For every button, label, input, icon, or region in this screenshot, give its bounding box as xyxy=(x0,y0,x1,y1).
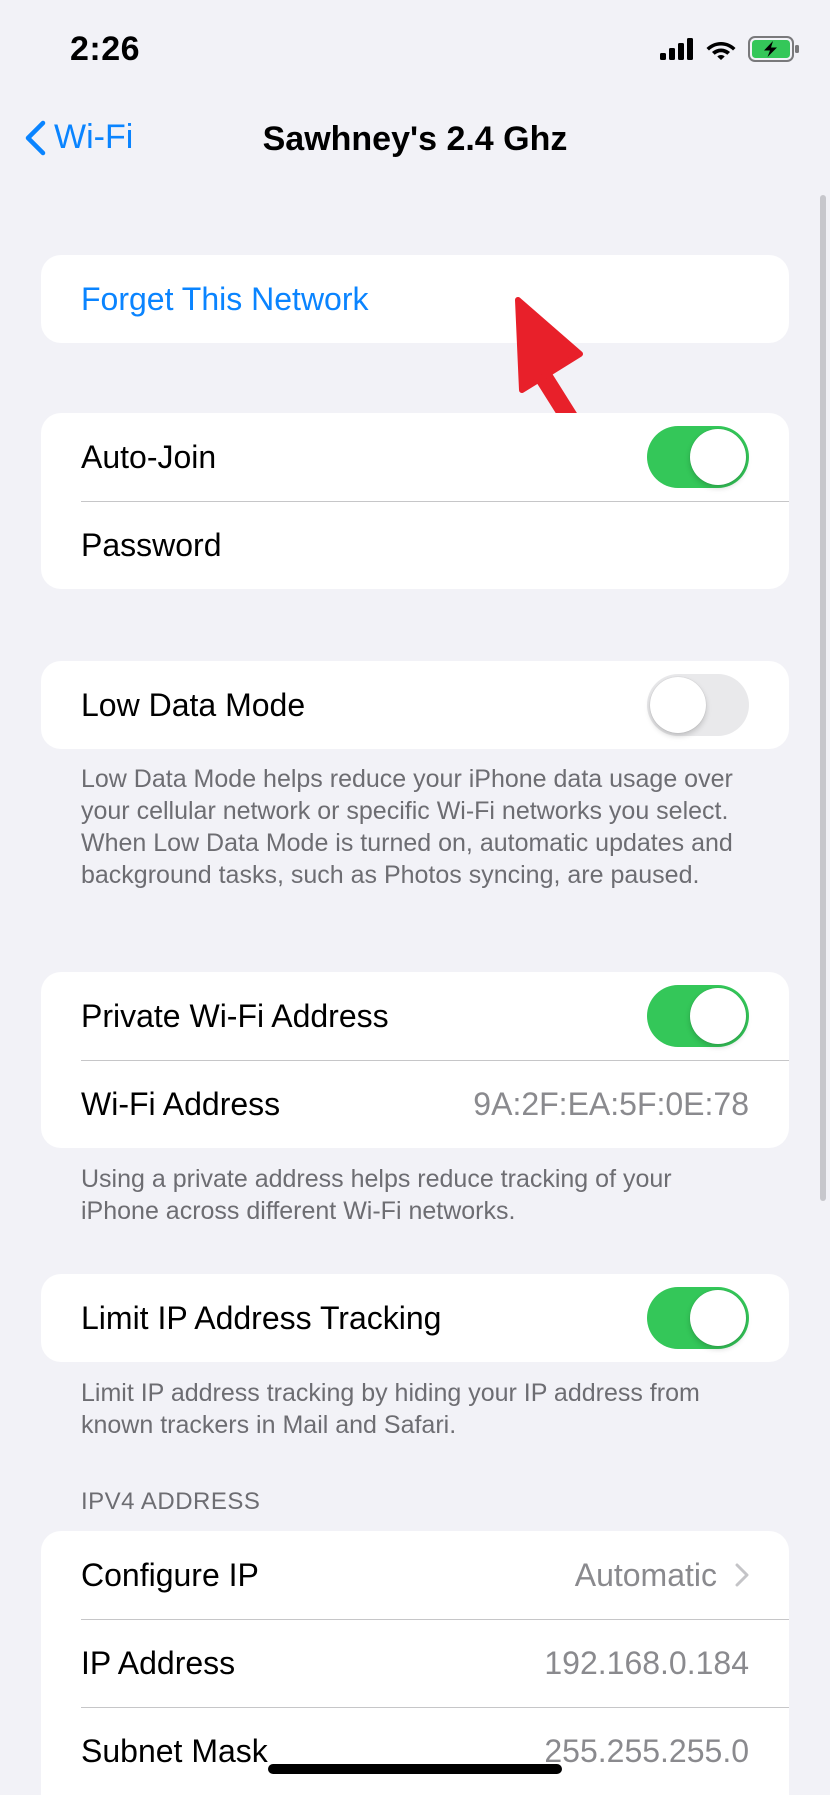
auto-join-label: Auto-Join xyxy=(81,438,217,475)
ipv4-section-header: IPV4 ADDRESS xyxy=(81,1488,261,1515)
wifi-icon xyxy=(706,42,736,60)
wifi-address-value: 9A:2F:EA:5F:0E:78 xyxy=(473,1085,749,1122)
low-data-mode-row: Low Data Mode xyxy=(41,661,789,749)
configure-ip-label: Configure IP xyxy=(81,1556,259,1593)
status-bar: 2:26 xyxy=(0,0,830,100)
low-data-mode-label: Low Data Mode xyxy=(81,686,306,723)
low-data-mode-toggle[interactable] xyxy=(647,674,749,736)
join-settings-group: Auto-Join Password xyxy=(41,413,789,589)
private-address-footnote: Using a private address helps reduce tra… xyxy=(81,1165,672,1225)
battery-charging-icon xyxy=(748,36,799,62)
cellular-signal-icon xyxy=(660,38,693,60)
private-address-label: Private Wi-Fi Address xyxy=(81,997,389,1034)
password-row[interactable]: Password xyxy=(41,501,789,589)
configure-ip-row[interactable]: Configure IP Automatic xyxy=(41,1531,789,1619)
limit-ip-tracking-toggle[interactable] xyxy=(647,1287,749,1349)
limit-ip-tracking-row: Limit IP Address Tracking xyxy=(41,1274,789,1362)
page-title: Sawhney's 2.4 Ghz xyxy=(0,120,830,159)
limit-ip-tracking-group: Limit IP Address Tracking xyxy=(41,1274,789,1362)
private-address-toggle[interactable] xyxy=(647,985,749,1047)
subnet-mask-value: 255.255.255.0 xyxy=(544,1732,749,1769)
limit-ip-tracking-footnote: Limit IP address tracking by hiding your… xyxy=(81,1379,700,1439)
forget-network-label: Forget This Network xyxy=(81,280,369,317)
navigation-bar: Wi-Fi Sawhney's 2.4 Ghz xyxy=(0,100,830,180)
scroll-indicator[interactable] xyxy=(820,195,826,1201)
auto-join-toggle[interactable] xyxy=(647,426,749,488)
private-address-group: Private Wi-Fi Address Wi-Fi Address 9A:2… xyxy=(41,972,789,1148)
ip-address-row: IP Address 192.168.0.184 xyxy=(41,1619,789,1707)
wifi-address-label: Wi-Fi Address xyxy=(81,1085,281,1122)
status-time: 2:26 xyxy=(70,30,141,68)
page-title-text: Sawhney's 2.4 Ghz xyxy=(262,120,568,158)
private-address-row: Private Wi-Fi Address xyxy=(41,972,789,1060)
ipv4-group: Configure IP Automatic IP Address 192.16… xyxy=(41,1531,789,1795)
low-data-mode-group: Low Data Mode xyxy=(41,661,789,749)
low-data-mode-footnote: Low Data Mode helps reduce your iPhone d… xyxy=(81,765,733,889)
wifi-address-row: Wi-Fi Address 9A:2F:EA:5F:0E:78 xyxy=(41,1060,789,1148)
ip-address-label: IP Address xyxy=(81,1644,236,1681)
forget-network-group: Forget This Network xyxy=(41,255,789,343)
configure-ip-value: Automatic xyxy=(574,1556,717,1593)
ip-address-value: 192.168.0.184 xyxy=(544,1644,749,1681)
configure-ip-value-wrap: Automatic xyxy=(575,1557,749,1594)
status-icons xyxy=(660,36,800,62)
forget-network-button[interactable]: Forget This Network xyxy=(41,255,789,343)
subnet-mask-row: Subnet Mask 255.255.255.0 xyxy=(41,1707,789,1795)
limit-ip-tracking-label: Limit IP Address Tracking xyxy=(81,1299,442,1336)
password-label: Password xyxy=(81,526,222,563)
chevron-right-icon xyxy=(735,1563,749,1587)
home-indicator[interactable] xyxy=(268,1764,562,1774)
auto-join-row: Auto-Join xyxy=(41,413,789,501)
